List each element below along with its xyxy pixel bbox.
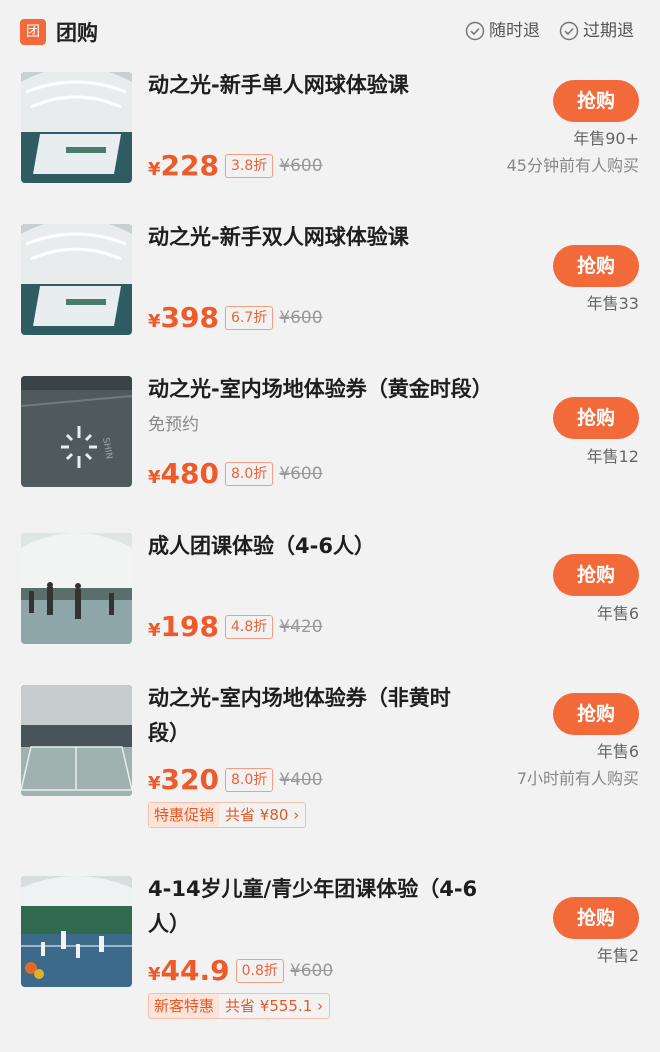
deal-title-line: 4-14岁儿童/青少年团课体验（4-6: [148, 877, 478, 901]
annual-sales: 年售6: [596, 604, 639, 623]
discount-badge: 8.0折: [224, 462, 274, 486]
deal-thumbnail[interactable]: SHIN: [21, 376, 132, 487]
policy-label: 过期退: [583, 21, 634, 41]
deal-title-line: 段）: [148, 721, 190, 745]
deal-title[interactable]: 动之光-新手单人网球体验课: [148, 68, 518, 103]
promo-savings-text: 共省 ¥555.1: [225, 997, 313, 1015]
discount-badge: 3.8折: [224, 154, 274, 178]
group-buy-badge-icon: 团: [20, 19, 46, 45]
buy-button[interactable]: 抢购: [553, 693, 639, 735]
buy-button[interactable]: 抢购: [553, 897, 639, 939]
original-price: ¥600: [289, 961, 334, 981]
annual-sales: 年售12: [586, 447, 639, 466]
discount-badge: 4.8折: [224, 615, 274, 639]
buy-button[interactable]: 抢购: [553, 80, 639, 122]
check-circle-icon: [465, 21, 485, 41]
deal-thumbnail[interactable]: [21, 224, 132, 335]
discount-badge: 8.0折: [224, 768, 274, 792]
promo-savings: 共省 ¥555.1 ›: [219, 994, 329, 1018]
deal-thumbnail[interactable]: [21, 685, 132, 796]
promo-savings: 共省 ¥80 ›: [219, 803, 305, 827]
expiry-refund-policy: 过期退: [559, 19, 634, 43]
deal-title[interactable]: 动之光-室内场地体验券（黄金时段）: [148, 372, 518, 407]
page-title: 团购: [56, 21, 98, 45]
deal-price: 320: [160, 763, 219, 796]
deal-thumbnail[interactable]: [21, 72, 132, 183]
price-row: ¥320 8.0折 ¥400: [148, 763, 323, 797]
deal-title[interactable]: 4-14岁儿童/青少年团课体验（4-6 人）: [148, 872, 518, 942]
policy-label: 随时退: [489, 21, 540, 41]
chevron-right-icon: ›: [317, 997, 324, 1015]
annual-sales: 年售33: [586, 294, 639, 313]
promo-badge[interactable]: 新客特惠 共省 ¥555.1 ›: [148, 993, 331, 1019]
currency-symbol: ¥: [148, 159, 161, 180]
deal-price: 228: [160, 149, 219, 182]
currency-symbol: ¥: [148, 773, 161, 794]
group-buy-header: 团 团购 随时退 过期退: [0, 0, 660, 62]
deal-title-line: 人）: [148, 912, 190, 936]
annual-sales: 年售90+: [573, 129, 639, 148]
original-price: ¥600: [279, 308, 323, 328]
deal-title[interactable]: 成人团课体验（4-6人）: [148, 529, 518, 564]
annual-sales: 年售6: [596, 742, 639, 761]
promo-tag: 新客特惠: [149, 994, 220, 1018]
deal-price: 198: [160, 610, 219, 643]
price-row: ¥198 4.8折 ¥420: [148, 610, 323, 644]
price-row: ¥398 6.7折 ¥600: [148, 301, 323, 335]
currency-symbol: ¥: [148, 467, 161, 488]
discount-badge: 0.8折: [235, 959, 284, 983]
deal-title[interactable]: 动之光-室内场地体验券（非黄时 段）: [148, 681, 518, 751]
anytime-refund-policy: 随时退: [465, 19, 540, 43]
price-row: ¥480 8.0折 ¥600: [148, 457, 323, 491]
original-price: ¥600: [279, 464, 323, 484]
deal-price: 480: [160, 457, 219, 490]
promo-tag: 特惠促销: [149, 803, 220, 827]
price-row: ¥44.9 0.8折 ¥600: [148, 954, 333, 988]
check-circle-icon: [559, 21, 579, 41]
deal-subtitle: 免预约: [148, 415, 199, 435]
annual-sales: 年售2: [596, 946, 639, 965]
chevron-right-icon: ›: [293, 806, 300, 824]
deal-price: 44.9: [160, 954, 230, 987]
deal-title-line: 动之光-室内场地体验券（非黄时: [148, 686, 451, 710]
price-row: ¥228 3.8折 ¥600: [148, 149, 323, 183]
promo-savings-text: 共省 ¥80: [225, 806, 289, 824]
original-price: ¥600: [279, 156, 323, 176]
promo-badge[interactable]: 特惠促销 共省 ¥80 ›: [148, 802, 307, 828]
currency-symbol: ¥: [148, 311, 161, 332]
currency-symbol: ¥: [148, 964, 161, 985]
buy-button[interactable]: 抢购: [553, 554, 639, 596]
discount-badge: 6.7折: [224, 306, 274, 330]
recent-purchase-note: 7小时前有人购买: [516, 769, 639, 788]
deal-price: 398: [160, 301, 219, 334]
buy-button[interactable]: 抢购: [553, 397, 639, 439]
buy-button[interactable]: 抢购: [553, 245, 639, 287]
deal-title[interactable]: 动之光-新手双人网球体验课: [148, 220, 518, 255]
original-price: ¥420: [279, 617, 323, 637]
recent-purchase-note: 45分钟前有人购买: [506, 156, 639, 175]
original-price: ¥400: [279, 770, 323, 790]
deal-thumbnail[interactable]: [21, 876, 132, 987]
deal-thumbnail[interactable]: [21, 533, 132, 644]
currency-symbol: ¥: [148, 620, 161, 641]
